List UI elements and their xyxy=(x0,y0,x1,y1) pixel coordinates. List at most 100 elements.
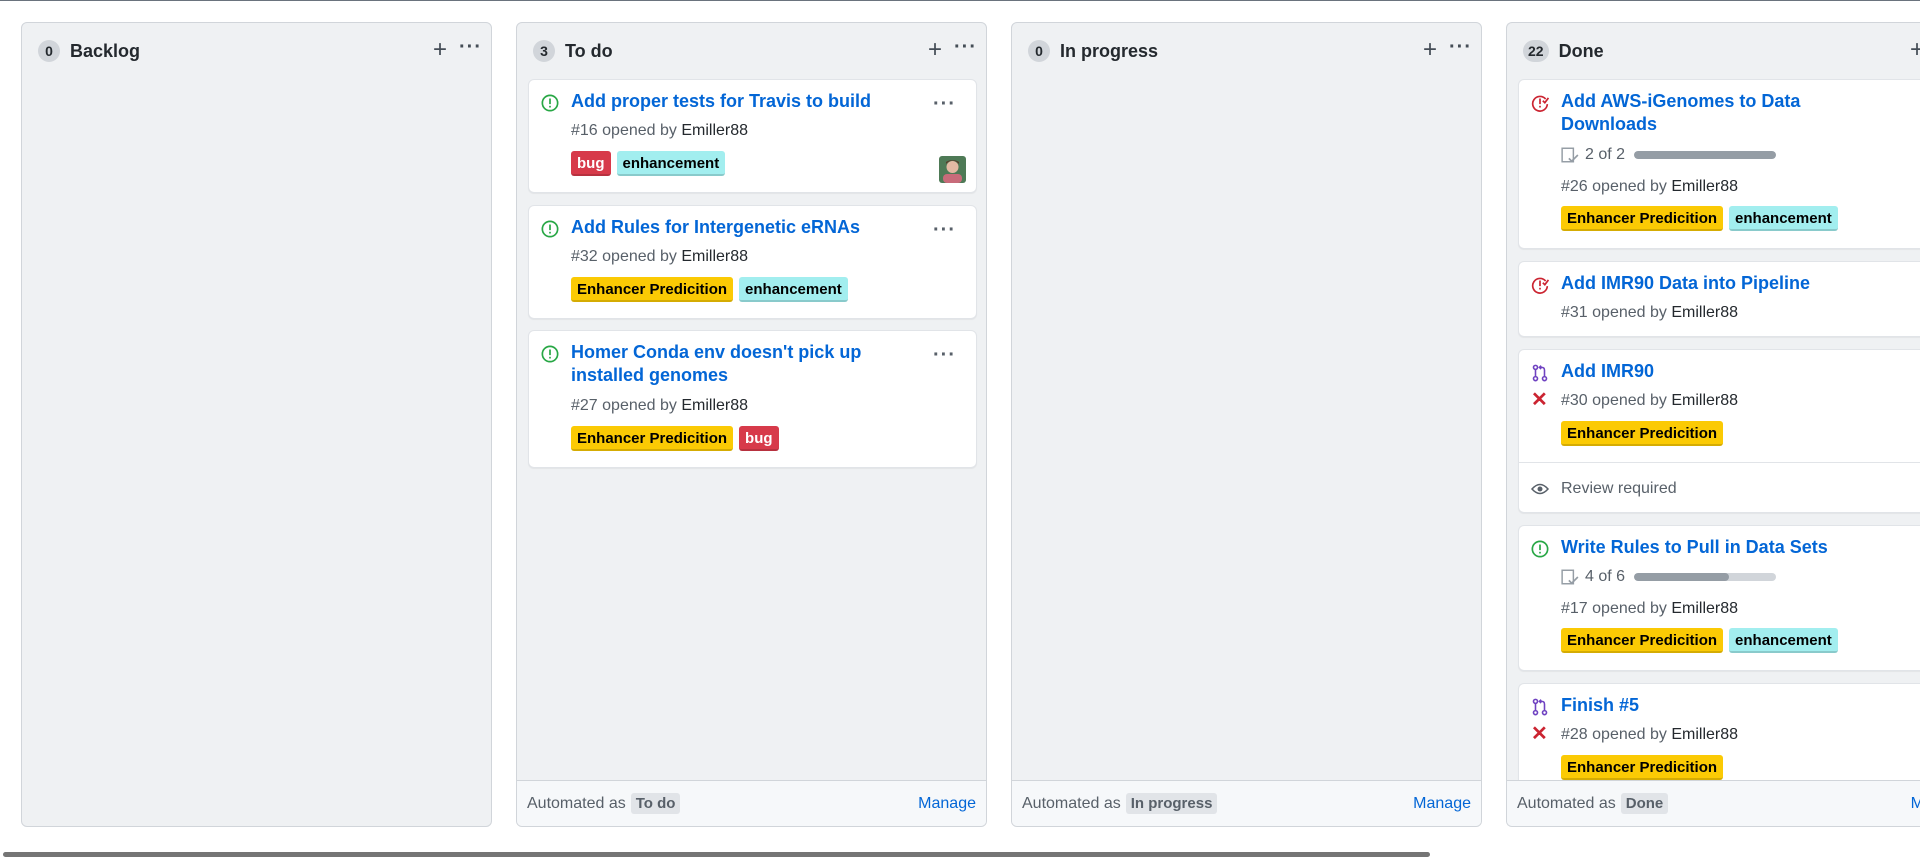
issue-number[interactable]: #31 xyxy=(1561,304,1588,321)
issue-open-icon xyxy=(541,94,559,112)
issue-card[interactable]: Homer Conda env doesn't pick up installe… xyxy=(528,330,977,468)
column-footer: Automated as Done M xyxy=(1507,780,1920,826)
author-link[interactable]: Emiller88 xyxy=(1671,304,1738,321)
issue-card[interactable]: Add Rules for Intergenetic eRNAs #32 ope… xyxy=(528,205,977,319)
add-card-icon[interactable]: + xyxy=(429,38,451,62)
column-menu-icon[interactable] xyxy=(459,39,481,61)
card-title[interactable]: Write Rules to Pull in Data Sets xyxy=(1561,536,1891,559)
column-footer: Automated as In progress Manage xyxy=(1012,780,1481,826)
automated-as-text: Automated as xyxy=(1022,794,1121,812)
project-board: 0 Backlog + 3 To do + Add proper tests f… xyxy=(0,0,1920,859)
issue-closed-icon xyxy=(1531,277,1549,294)
issue-card[interactable]: Write Rules to Pull in Data Sets 4 of 6 … xyxy=(1518,525,1920,671)
label-enhancement[interactable]: enhancement xyxy=(739,277,848,302)
card-title[interactable]: Add proper tests for Travis to build xyxy=(571,90,901,113)
label-enhancement[interactable]: enhancement xyxy=(1729,628,1838,653)
avatar[interactable] xyxy=(939,156,966,183)
manage-automation-link[interactable]: M xyxy=(1911,795,1920,813)
issue-number[interactable]: #27 xyxy=(571,397,598,414)
manage-automation-link[interactable]: Manage xyxy=(918,795,976,813)
label-list: Enhancer Predicition enhancement xyxy=(571,277,848,302)
author-link[interactable]: Emiller88 xyxy=(681,397,748,414)
issue-number[interactable]: #17 xyxy=(1561,600,1588,617)
label-bug[interactable]: bug xyxy=(739,426,779,451)
column-header: 3 To do + xyxy=(517,23,986,79)
issue-card[interactable]: Add proper tests for Travis to build #16… xyxy=(528,79,977,193)
automation-preset: In progress xyxy=(1125,793,1218,814)
pull-request-card[interactable]: ✕ Finish #5 #28 opened by Emiller88 Enha… xyxy=(1518,683,1920,793)
column-in-progress: 0 In progress + Automated as In progress… xyxy=(1011,22,1482,827)
add-card-icon[interactable]: + xyxy=(924,38,946,62)
card-menu-icon[interactable] xyxy=(933,96,956,112)
column-header: 22 Done + xyxy=(1507,23,1920,79)
card-title[interactable]: Finish #5 xyxy=(1561,694,1891,717)
task-progress-fill xyxy=(1634,151,1777,159)
column-count: 0 xyxy=(38,40,60,62)
label-enhancer-predicition[interactable]: Enhancer Predicition xyxy=(1561,206,1724,231)
checklist-icon xyxy=(1561,569,1579,585)
label-enhancer-predicition[interactable]: Enhancer Predicition xyxy=(571,426,734,451)
horizontal-scrollbar[interactable] xyxy=(3,852,1430,857)
column-todo: 3 To do + Add proper tests for Travis to… xyxy=(516,22,987,827)
label-enhancer-predicition[interactable]: Enhancer Predicition xyxy=(1561,755,1724,780)
column-count: 0 xyxy=(1028,40,1050,62)
card-meta: #17 opened by Emiller88 xyxy=(1561,600,1738,618)
author-link[interactable]: Emiller88 xyxy=(1671,178,1738,195)
label-bug[interactable]: bug xyxy=(571,151,611,176)
column-count: 3 xyxy=(533,40,555,62)
label-list: Enhancer Predicition enhancement xyxy=(1561,206,1838,231)
column-backlog: 0 Backlog + xyxy=(21,22,492,827)
card-menu-icon[interactable] xyxy=(933,347,956,363)
column-count: 22 xyxy=(1523,40,1549,62)
issue-card[interactable]: Add IMR90 Data into Pipeline #31 opened … xyxy=(1518,261,1920,337)
opened-by-text: opened by xyxy=(602,248,677,265)
issue-open-icon xyxy=(541,345,559,363)
card-title[interactable]: Add IMR90 Data into Pipeline xyxy=(1561,272,1891,295)
pull-request-card[interactable]: ✕ Add IMR90 #30 opened by Emiller88 Enha… xyxy=(1518,349,1920,513)
card-meta: #26 opened by Emiller88 xyxy=(1561,178,1738,196)
author-link[interactable]: Emiller88 xyxy=(1671,392,1738,409)
card-title-line: installed genomes xyxy=(571,365,729,385)
checks-failed-icon[interactable]: ✕ xyxy=(1531,724,1548,744)
task-progress-fill xyxy=(1634,573,1729,581)
add-card-icon[interactable]: + xyxy=(1906,38,1920,62)
label-enhancement[interactable]: enhancement xyxy=(616,151,726,176)
column-header: 0 In progress + xyxy=(1012,23,1481,79)
task-progress-text: 2 of 2 xyxy=(1585,146,1626,163)
card-title-line: Add AWS-iGenomes to Data xyxy=(1561,91,1801,111)
eye-icon xyxy=(1531,483,1549,495)
issue-card[interactable]: Add AWS-iGenomes to Data Downloads 2 of … xyxy=(1518,79,1920,249)
author-link[interactable]: Emiller88 xyxy=(681,248,748,265)
review-status: Review required xyxy=(1519,462,1920,515)
manage-automation-link[interactable]: Manage xyxy=(1413,795,1471,813)
label-enhancer-predicition[interactable]: Enhancer Predicition xyxy=(1561,628,1724,653)
card-menu-icon[interactable] xyxy=(933,222,956,238)
checks-failed-icon[interactable]: ✕ xyxy=(1531,390,1548,410)
card-title[interactable]: Add AWS-iGenomes to Data Downloads xyxy=(1561,90,1891,136)
author-link[interactable]: Emiller88 xyxy=(681,122,748,139)
card-meta: #32 opened by Emiller88 xyxy=(571,248,748,266)
card-title-line: Downloads xyxy=(1561,114,1658,134)
opened-by-text: opened by xyxy=(1592,726,1667,743)
card-title[interactable]: Add IMR90 xyxy=(1561,360,1891,383)
card-title[interactable]: Homer Conda env doesn't pick up installe… xyxy=(571,341,901,387)
label-enhancement[interactable]: enhancement xyxy=(1729,206,1838,231)
card-meta: #16 opened by Emiller88 xyxy=(571,122,748,140)
issue-number[interactable]: #32 xyxy=(571,248,598,265)
issue-number[interactable]: #26 xyxy=(1561,178,1588,195)
label-enhancer-predicition[interactable]: Enhancer Predicition xyxy=(571,277,734,302)
checklist-icon xyxy=(1561,147,1579,163)
column-menu-icon[interactable] xyxy=(954,39,976,61)
add-card-icon[interactable]: + xyxy=(1419,38,1441,62)
pr-number[interactable]: #30 xyxy=(1561,392,1588,409)
issue-open-icon xyxy=(1531,540,1549,558)
label-list: bug enhancement xyxy=(571,151,726,176)
author-link[interactable]: Emiller88 xyxy=(1671,600,1738,617)
pr-number[interactable]: #28 xyxy=(1561,726,1588,743)
author-link[interactable]: Emiller88 xyxy=(1671,726,1738,743)
card-title[interactable]: Add Rules for Intergenetic eRNAs xyxy=(571,216,901,239)
label-enhancer-predicition[interactable]: Enhancer Predicition xyxy=(1561,421,1724,446)
column-menu-icon[interactable] xyxy=(1449,39,1471,61)
issue-number[interactable]: #16 xyxy=(571,122,598,139)
task-progress: 2 of 2 xyxy=(1561,146,1777,164)
